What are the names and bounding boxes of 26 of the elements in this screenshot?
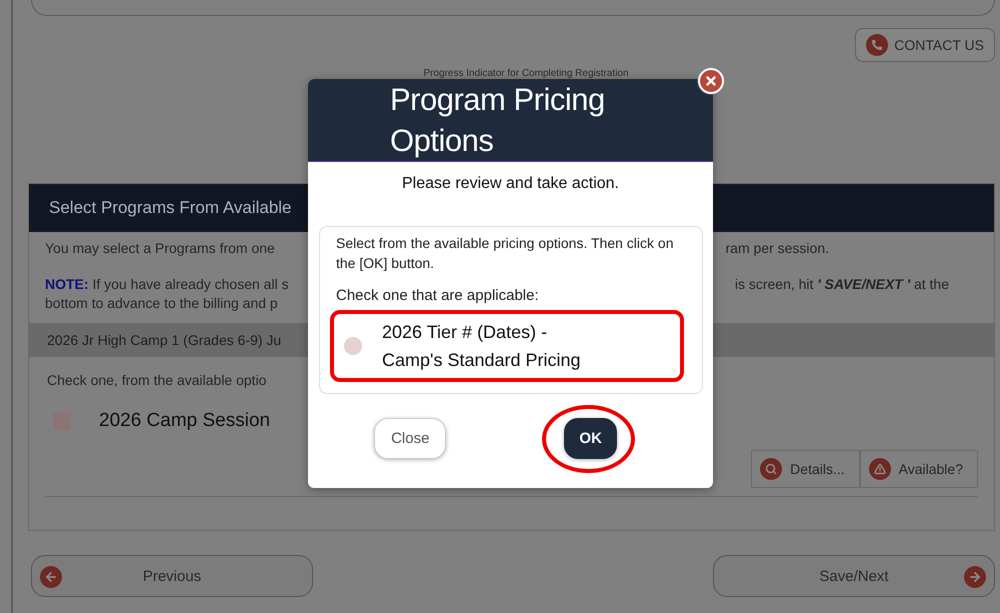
session-label: 2026 Camp Session <box>99 410 270 432</box>
check-prompt: Check one, from the available optio <box>46 372 266 388</box>
note-text: NOTE: If you have already chosen all s <box>45 276 289 292</box>
ok-button[interactable]: OK <box>564 418 617 459</box>
warning-icon <box>868 458 891 480</box>
previous-button[interactable]: Previous <box>31 555 313 597</box>
intro-text: ram per session. <box>726 240 829 256</box>
note-text: is screen, hit ' SAVE/NEXT ' at the <box>734 276 949 292</box>
next-button[interactable]: Save/Next <box>713 555 995 597</box>
pricing-option[interactable]: 2026 Tier # (Dates) - Camp's Standard Pricing <box>330 310 684 382</box>
options-prompt: Check one that are applicable: <box>336 287 540 304</box>
search-icon <box>760 458 782 480</box>
phone-icon <box>866 34 888 56</box>
close-button[interactable]: Close <box>374 418 446 459</box>
progress-caption: Progress Indicator for Completing Registration <box>423 68 629 79</box>
option-radio[interactable] <box>344 337 362 355</box>
instructions-text: Select from the available pricing options. Then click on the [OK] button. <box>336 234 674 273</box>
details-button[interactable]: Details... <box>751 450 860 488</box>
dialog-title: Program Pricing Options <box>390 81 606 160</box>
intro-text: You may select a Programs from one <box>45 240 275 256</box>
note-text: bottom to advance to the billing and p <box>45 295 278 311</box>
contact-button[interactable]: CONTACT US <box>855 28 995 62</box>
arrow-left-icon <box>40 566 62 588</box>
availability-button[interactable]: Available? <box>860 450 978 488</box>
close-icon[interactable] <box>698 68 724 94</box>
arrow-right-icon <box>964 566 986 588</box>
